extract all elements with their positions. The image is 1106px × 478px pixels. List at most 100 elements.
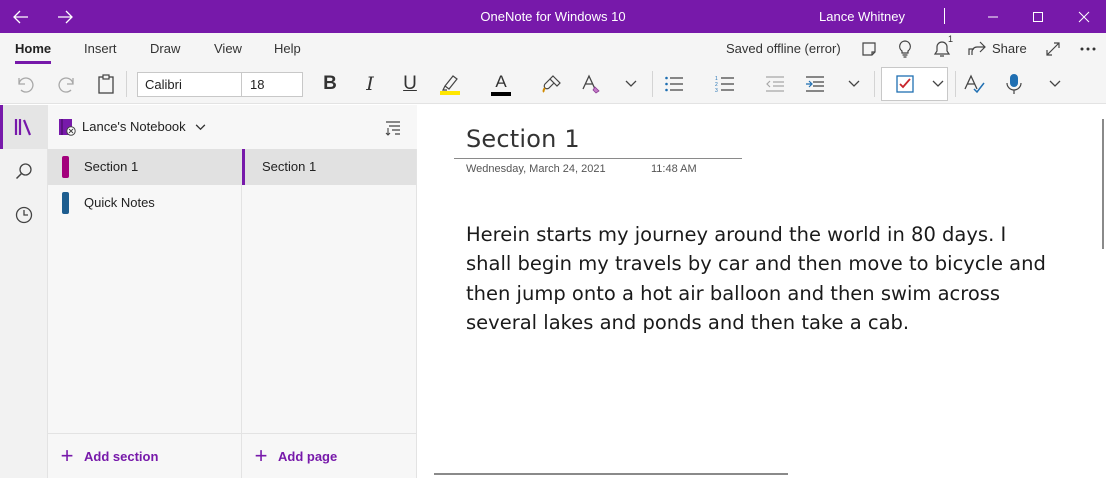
format-painter-button[interactable] <box>538 64 566 104</box>
tab-help[interactable]: Help <box>274 33 301 64</box>
bullet-list-icon <box>665 76 683 92</box>
more-options-button[interactable] <box>1077 33 1099 64</box>
arrow-left-icon <box>13 10 28 23</box>
tab-draw[interactable]: Draw <box>150 33 180 64</box>
maximize-button[interactable] <box>1025 0 1051 33</box>
section-item-section-1[interactable]: Section 1 <box>48 149 241 185</box>
bold-label: B <box>323 73 337 94</box>
notebooks-nav-button[interactable] <box>0 105 48 149</box>
maximize-icon <box>1033 11 1043 22</box>
paste-button[interactable] <box>92 64 120 104</box>
section-label: Section 1 <box>84 159 139 174</box>
forward-button[interactable] <box>50 0 80 33</box>
chevron-down-icon <box>1049 80 1061 87</box>
user-name[interactable]: Lance Whitney <box>819 0 905 33</box>
font-color-swatch <box>491 91 511 96</box>
minimize-button[interactable] <box>980 0 1006 33</box>
section-label: Quick Notes <box>84 195 155 210</box>
tags-dropdown[interactable] <box>928 64 948 104</box>
vertical-scrollbar[interactable] <box>1102 119 1104 249</box>
share-icon <box>968 41 986 55</box>
clipboard-icon <box>98 74 114 94</box>
search-nav-button[interactable] <box>0 149 48 193</box>
horizontal-scrollbar[interactable] <box>434 473 788 475</box>
add-page-button[interactable]: + Add page <box>242 433 416 478</box>
tell-me-button[interactable] <box>894 33 916 64</box>
ribbon-divider <box>652 71 653 97</box>
chevron-down-icon <box>195 124 206 131</box>
highlight-button[interactable] <box>436 64 464 104</box>
styles-dropdown[interactable] <box>620 64 642 104</box>
highlighter-icon <box>440 75 460 95</box>
add-section-button[interactable]: + Add section <box>48 433 241 478</box>
back-button[interactable] <box>6 0 36 33</box>
redo-icon <box>58 77 74 93</box>
microphone-icon <box>1006 74 1022 94</box>
tab-view[interactable]: View <box>214 33 242 64</box>
section-color-tab <box>62 192 69 214</box>
page-item-section-1[interactable]: Section 1 <box>242 149 416 185</box>
plus-icon: + <box>254 443 268 468</box>
share-label: Share <box>992 41 1027 56</box>
spelling-icon <box>964 74 985 94</box>
expand-icon <box>1046 41 1060 56</box>
checkbox-checked-icon <box>896 75 914 93</box>
todo-tag-button[interactable] <box>889 64 921 104</box>
outdent-icon <box>766 76 784 92</box>
plus-icon: + <box>60 443 74 468</box>
font-color-letter: A <box>495 71 507 91</box>
note-text-container[interactable]: Herein starts my journey around the worl… <box>466 220 1046 337</box>
ribbon-divider <box>126 71 127 97</box>
bullets-button[interactable] <box>660 64 688 104</box>
bold-button[interactable]: B <box>316 64 344 104</box>
full-page-view-button[interactable] <box>1042 33 1064 64</box>
section-color-tab <box>62 156 69 178</box>
notebook-page-button[interactable] <box>858 33 880 64</box>
font-size-input[interactable]: 18 <box>241 72 303 97</box>
undo-button[interactable] <box>12 64 40 104</box>
close-button[interactable] <box>1071 0 1097 33</box>
search-icon <box>15 163 32 180</box>
font-color-button[interactable]: A <box>487 64 515 104</box>
sections-pane: Section 1 Quick Notes + Add section <box>48 105 242 478</box>
undo-icon <box>18 77 34 93</box>
sync-status[interactable]: Saved offline (error) <box>726 33 841 64</box>
increase-indent-button[interactable] <box>801 64 829 104</box>
chevron-down-icon <box>625 80 637 87</box>
navigation-rail <box>0 105 48 478</box>
spelling-button[interactable] <box>960 64 988 104</box>
section-item-quick-notes[interactable]: Quick Notes <box>48 185 241 221</box>
svg-text:3: 3 <box>715 88 718 93</box>
arrow-right-icon <box>58 10 73 23</box>
tab-home[interactable]: Home <box>15 33 52 64</box>
page-time: 11:48 AM <box>651 163 697 175</box>
window-title: OneNote for Windows 10 <box>480 9 626 24</box>
italic-label: I <box>366 73 374 95</box>
close-icon <box>1078 11 1090 22</box>
add-section-label: Add section <box>84 448 159 464</box>
page-canvas[interactable]: Section 1 Wednesday, March 24, 2021 11:4… <box>418 105 1106 478</box>
recent-notes-nav-button[interactable] <box>0 193 48 237</box>
tab-insert[interactable]: Insert <box>84 33 117 64</box>
ribbon-divider <box>955 71 956 97</box>
redo-button[interactable] <box>52 64 80 104</box>
underline-button[interactable]: U <box>396 64 424 104</box>
clear-format-icon <box>582 74 600 94</box>
menu-tabs: Home Insert Draw View Help Saved offline… <box>0 33 1106 64</box>
paragraph-dropdown[interactable] <box>843 64 865 104</box>
share-button[interactable]: Share <box>968 33 1027 64</box>
chevron-down-icon <box>848 80 860 87</box>
sort-pages-button[interactable] <box>381 117 405 139</box>
page-title[interactable]: Section 1 <box>466 125 580 153</box>
titlebar-divider <box>944 8 945 24</box>
notebook-name-dropdown[interactable]: Lance's Notebook <box>82 105 206 149</box>
page-date: Wednesday, March 24, 2021 <box>466 163 606 175</box>
notifications-button[interactable]: 1 <box>930 33 954 64</box>
more-ribbon-dropdown[interactable] <box>1044 64 1066 104</box>
decrease-indent-button[interactable] <box>761 64 789 104</box>
numbering-button[interactable]: 123 <box>711 64 739 104</box>
dictate-button[interactable] <box>1000 64 1028 104</box>
font-name-input[interactable]: Calibri <box>137 72 242 97</box>
italic-button[interactable]: I <box>356 64 384 104</box>
clear-formatting-button[interactable] <box>578 64 606 104</box>
